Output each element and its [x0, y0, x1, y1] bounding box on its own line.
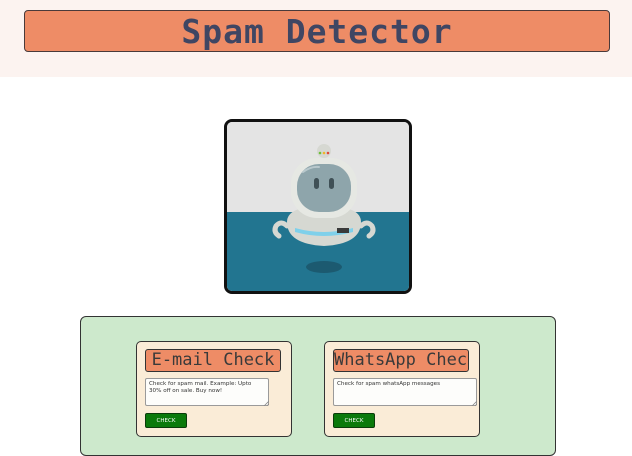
whatsapp-check-card: WhatsApp Check CHECK: [324, 341, 480, 437]
email-input[interactable]: [145, 378, 269, 406]
page-title: Spam Detector: [181, 11, 453, 51]
whatsapp-check-title: WhatsApp Check: [333, 349, 469, 372]
check-panel: E-mail Check CHECK WhatsApp Check CHECK: [80, 316, 556, 456]
email-check-title: E-mail Check: [145, 349, 281, 372]
title-bar: Spam Detector: [24, 10, 610, 52]
robot-astronaut-icon: [227, 122, 409, 291]
email-check-card: E-mail Check CHECK: [136, 341, 292, 437]
whatsapp-check-button[interactable]: CHECK: [333, 413, 375, 428]
whatsapp-input[interactable]: [333, 378, 477, 406]
robot-image: [224, 119, 412, 294]
email-check-button[interactable]: CHECK: [145, 413, 187, 428]
